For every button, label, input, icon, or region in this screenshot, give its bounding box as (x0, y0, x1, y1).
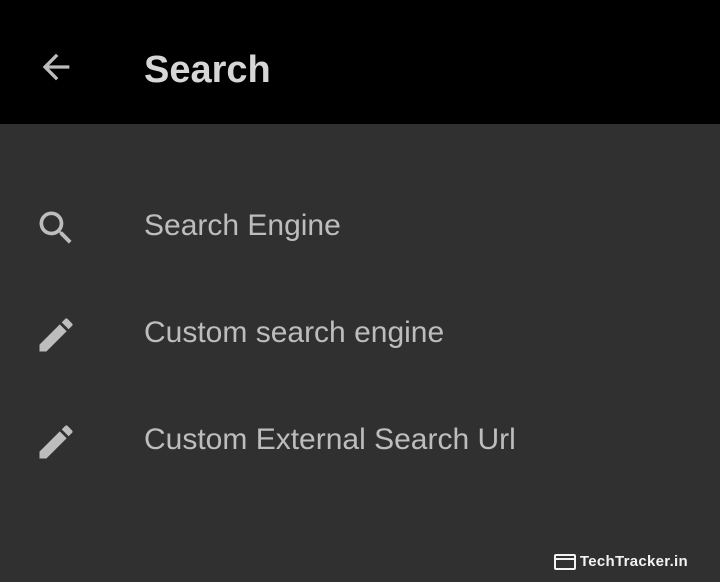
list-item-search-engine[interactable]: Search Engine (0, 174, 720, 281)
list-item-custom-search-engine[interactable]: Custom search engine (0, 281, 720, 388)
list-item-custom-external-search-url[interactable]: Custom External Search Url (0, 388, 720, 495)
pencil-icon (30, 418, 82, 466)
toolbar: Search (0, 0, 720, 124)
page-title: Search (144, 49, 271, 91)
watermark-text: TechTracker.in (579, 553, 688, 570)
back-button[interactable] (22, 38, 90, 100)
search-icon (30, 204, 82, 252)
settings-screen: Search Search Engine Custom search engin… (0, 0, 720, 582)
pencil-icon (30, 311, 82, 359)
list-item-label: Custom External Search Url (144, 423, 516, 456)
list-item-label: Custom search engine (144, 316, 445, 349)
list-item-label: Search Engine (144, 209, 341, 242)
arrow-left-icon (36, 47, 76, 92)
watermark: TechTracker.in (553, 553, 688, 570)
browser-window-icon (553, 553, 576, 570)
